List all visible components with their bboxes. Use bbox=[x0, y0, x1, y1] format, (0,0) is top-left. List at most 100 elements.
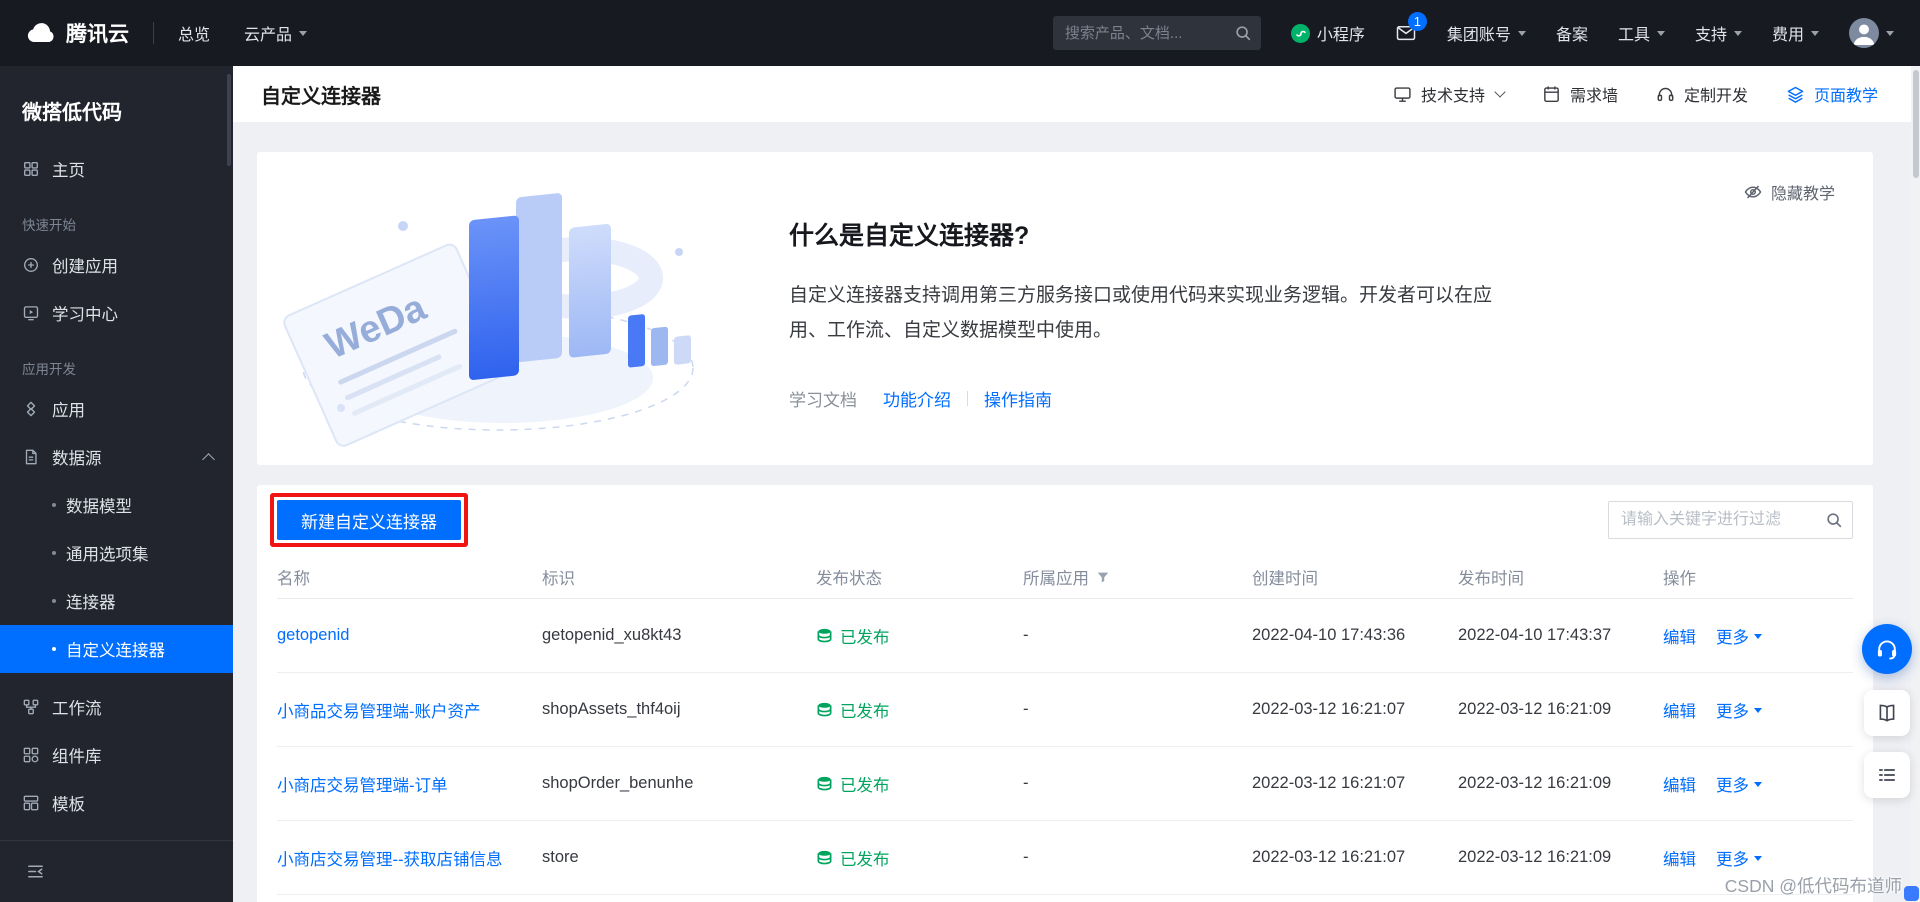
sidebar-item-option-sets[interactable]: 通用选项集 bbox=[0, 529, 233, 577]
sidebar-item-custom-connectors[interactable]: 自定义连接器 bbox=[0, 625, 233, 673]
sidebar-item-connectors[interactable]: 连接器 bbox=[0, 577, 233, 625]
col-header-identifier: 标识 bbox=[542, 569, 575, 588]
collapse-sidebar-icon[interactable] bbox=[26, 862, 45, 881]
edit-link[interactable]: 编辑 bbox=[1663, 846, 1696, 870]
sidebar-item-create-app[interactable]: 创建应用 bbox=[0, 241, 233, 289]
page-tutorial-label: 页面教学 bbox=[1813, 88, 1878, 105]
chevron-down-icon bbox=[1494, 86, 1506, 98]
customer-service-button[interactable] bbox=[1862, 624, 1912, 674]
create-app-icon bbox=[22, 256, 40, 274]
sidebar-item-workflow[interactable]: 工作流 bbox=[0, 683, 233, 731]
connector-table: 名称 标识 发布状态 所属应用 创建时间 发布时间 操作 getopenid g… bbox=[257, 555, 1873, 895]
caret-down-icon bbox=[1811, 30, 1819, 36]
connector-name-link[interactable]: 小商品交易管理端-账户资产 bbox=[277, 698, 481, 722]
page-scrollbar[interactable] bbox=[1911, 66, 1920, 902]
more-menu[interactable]: 更多 bbox=[1716, 846, 1762, 870]
bullet-dot bbox=[52, 647, 56, 651]
nav-beian[interactable]: 备案 bbox=[1556, 21, 1588, 45]
tencent-cloud-logo[interactable]: 腾讯云 bbox=[26, 18, 129, 48]
connector-name-link[interactable]: getopenid bbox=[277, 626, 350, 645]
owner-app: - bbox=[1023, 774, 1029, 792]
sidebar-item-label: 数据模型 bbox=[66, 498, 132, 516]
more-menu[interactable]: 更多 bbox=[1716, 772, 1762, 796]
edit-link[interactable]: 编辑 bbox=[1663, 698, 1696, 722]
connector-name-link[interactable]: 小商店交易管理端-订单 bbox=[277, 772, 448, 796]
nav-billing[interactable]: 费用 bbox=[1772, 21, 1819, 45]
sidebar-item-components[interactable]: 组件库 bbox=[0, 731, 233, 779]
mail-badge: 1 bbox=[1407, 12, 1427, 31]
created-at: 2022-03-12 16:21:07 bbox=[1252, 848, 1406, 866]
search-icon[interactable] bbox=[1825, 511, 1843, 529]
hero-illustration: WeDa bbox=[283, 160, 713, 455]
hero-description: 自定义连接器支持调用第三方服务接口或使用代码来实现业务逻辑。开发者可以在应用、工… bbox=[789, 285, 1493, 342]
publish-status-label: 已发布 bbox=[840, 702, 890, 721]
requirement-wall-button[interactable]: 需求墙 bbox=[1542, 82, 1618, 106]
nav-overview[interactable]: 总览 bbox=[178, 21, 210, 45]
keyword-filter-input[interactable] bbox=[1608, 501, 1853, 539]
created-at: 2022-04-10 17:43:36 bbox=[1252, 626, 1406, 644]
page-tutorial-icon bbox=[1786, 85, 1805, 104]
caret-down-icon bbox=[299, 30, 308, 36]
custom-dev-button[interactable]: 定制开发 bbox=[1656, 82, 1748, 106]
hero-title: 什么是自定义连接器? bbox=[789, 222, 1030, 250]
table-row: getopenid getopenid_xu8kt43 已发布 - 2022-0… bbox=[277, 599, 1853, 673]
col-header-owner-app-label: 所属应用 bbox=[1023, 569, 1089, 588]
topbar-search-input[interactable] bbox=[1052, 16, 1261, 50]
hide-tutorial-label: 隐藏教学 bbox=[1770, 186, 1835, 203]
more-menu[interactable]: 更多 bbox=[1716, 698, 1762, 722]
connector-name-link[interactable]: 小商店交易管理--获取店铺信息 bbox=[277, 846, 503, 870]
custom-dev-icon bbox=[1656, 85, 1675, 104]
feedback-float-button[interactable] bbox=[1864, 752, 1910, 798]
sidebar-scrollbar-thumb[interactable] bbox=[227, 74, 231, 166]
apps-icon bbox=[22, 400, 40, 418]
search-icon[interactable] bbox=[1234, 24, 1252, 42]
edit-link[interactable]: 编辑 bbox=[1663, 624, 1696, 648]
table-header-row: 名称 标识 发布状态 所属应用 创建时间 发布时间 操作 bbox=[277, 555, 1853, 599]
nav-cloud-products[interactable]: 云产品 bbox=[244, 21, 308, 45]
hide-tutorial-button[interactable]: 隐藏教学 bbox=[1743, 180, 1835, 204]
docs-label: 学习文档 bbox=[789, 391, 857, 411]
operation-guide-link[interactable]: 操作指南 bbox=[984, 386, 1052, 411]
floating-widgets bbox=[1862, 624, 1912, 798]
publish-status-label: 已发布 bbox=[840, 850, 890, 869]
col-header-actions: 操作 bbox=[1663, 569, 1696, 588]
sidebar-item-datasource[interactable]: 数据源 bbox=[0, 433, 233, 481]
created-at: 2022-03-12 16:21:07 bbox=[1252, 700, 1406, 718]
caret-down-icon bbox=[1754, 634, 1762, 639]
edit-link[interactable]: 编辑 bbox=[1663, 772, 1696, 796]
sidebar-item-templates[interactable]: 模板 bbox=[0, 779, 233, 827]
components-icon bbox=[22, 746, 40, 764]
row-actions: 编辑 更多 bbox=[1663, 698, 1853, 722]
sidebar-item-home[interactable]: 主页 bbox=[0, 145, 233, 193]
create-connector-button[interactable]: 新建自定义连接器 bbox=[277, 500, 461, 540]
nav-group-account[interactable]: 集团账号 bbox=[1447, 21, 1526, 45]
more-label: 更多 bbox=[1716, 702, 1749, 721]
sidebar-item-apps[interactable]: 应用 bbox=[0, 385, 233, 433]
watermark: CSDN @低代码布道师 bbox=[1724, 876, 1902, 896]
corner-widget[interactable] bbox=[1904, 886, 1919, 901]
sidebar-footer bbox=[0, 840, 233, 902]
nav-tools[interactable]: 工具 bbox=[1618, 21, 1665, 45]
filter-icon[interactable] bbox=[1096, 570, 1110, 584]
topbar-search[interactable] bbox=[1052, 16, 1261, 50]
sidebar-item-label: 组件库 bbox=[52, 748, 102, 766]
feature-intro-link[interactable]: 功能介绍 bbox=[883, 386, 951, 411]
bullet-dot bbox=[52, 503, 56, 507]
tech-support-menu[interactable]: 技术支持 bbox=[1393, 82, 1506, 106]
docs-float-button[interactable] bbox=[1864, 690, 1910, 736]
more-menu[interactable]: 更多 bbox=[1716, 624, 1762, 648]
sidebar-item-data-model[interactable]: 数据模型 bbox=[0, 481, 233, 529]
scrollbar-thumb[interactable] bbox=[1912, 70, 1919, 178]
nav-miniprogram[interactable]: 小程序 bbox=[1290, 21, 1365, 45]
nav-tools-label: 工具 bbox=[1617, 27, 1650, 44]
link-divider bbox=[967, 391, 968, 407]
nav-support[interactable]: 支持 bbox=[1695, 21, 1742, 45]
sidebar-item-learning-center[interactable]: 学习中心 bbox=[0, 289, 233, 337]
published-status-icon bbox=[816, 849, 833, 866]
mail-button[interactable]: 1 bbox=[1395, 12, 1427, 43]
user-menu[interactable] bbox=[1849, 18, 1894, 48]
brand-name: 腾讯云 bbox=[66, 23, 129, 46]
bullet-dot bbox=[52, 551, 56, 555]
page-tutorial-button[interactable]: 页面教学 bbox=[1786, 82, 1878, 106]
list-float-icon bbox=[1876, 764, 1898, 786]
